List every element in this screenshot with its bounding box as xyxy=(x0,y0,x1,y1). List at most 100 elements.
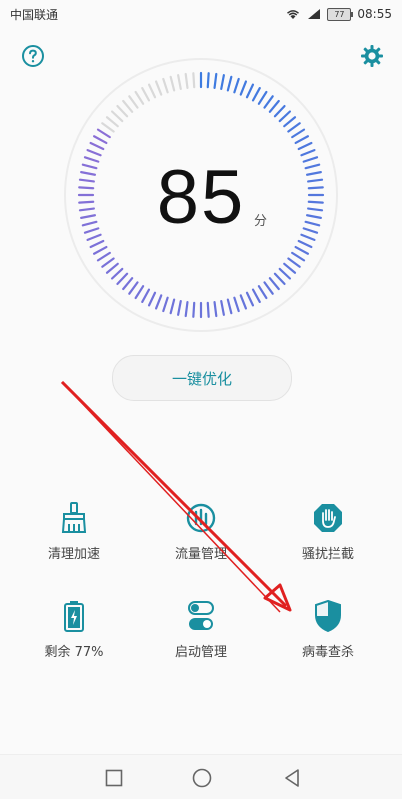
tool-harassment-block[interactable]: 骚扰拦截 xyxy=(261,500,395,570)
signal-icon xyxy=(308,9,321,19)
status-right: 77 08:55 xyxy=(285,7,392,21)
dial-tick-inactive xyxy=(110,110,124,123)
dial-tick-active xyxy=(294,245,310,255)
tool-startup-manager[interactable]: 启动管理 xyxy=(134,598,268,668)
dial-tick-active xyxy=(89,239,105,249)
tool-cleanup[interactable]: 清理加速 xyxy=(7,500,141,570)
dial-tick-active xyxy=(134,285,145,300)
dial-tick-active xyxy=(305,214,322,219)
hand-block-icon xyxy=(310,500,346,536)
optimize-button[interactable]: 一键优化 xyxy=(112,355,292,401)
dial-tick-active xyxy=(192,301,196,318)
dial-tick-inactive xyxy=(169,75,176,92)
broom-icon xyxy=(56,500,92,536)
recent-apps-icon[interactable] xyxy=(103,767,125,789)
dial-tick-inactive xyxy=(154,80,163,96)
gear-icon[interactable] xyxy=(360,44,384,68)
home-icon[interactable] xyxy=(191,767,213,789)
dial-tick-active xyxy=(283,262,297,274)
tool-data-usage[interactable]: 流量管理 xyxy=(134,500,268,570)
question-circle-icon[interactable] xyxy=(21,44,45,68)
score-dial xyxy=(64,58,338,332)
dial-tick-active xyxy=(184,301,189,318)
dial-tick-active xyxy=(307,200,324,204)
back-icon[interactable] xyxy=(281,767,303,789)
tool-virus-scan[interactable]: 病毒查杀 xyxy=(261,598,395,668)
dial-tick-active xyxy=(154,294,163,310)
dial-tick-active xyxy=(213,72,218,89)
dial-tick-active xyxy=(96,251,111,262)
dial-tick-active xyxy=(206,72,210,89)
dial-tick-active xyxy=(307,178,324,183)
dial-tick-active xyxy=(245,83,255,99)
dial-tick-active xyxy=(302,227,319,234)
dial-tick-active xyxy=(89,141,105,151)
dial-tick-active xyxy=(302,156,319,163)
dial-tick-active xyxy=(300,148,316,157)
dial-tick-active xyxy=(110,267,124,280)
dial-tick-active xyxy=(147,291,157,307)
dial-tick-inactive xyxy=(177,74,182,91)
dial-tick-active xyxy=(257,285,268,300)
shield-icon xyxy=(310,598,346,634)
dial-tick-active xyxy=(80,171,97,176)
tool-label: 剩余 77% xyxy=(44,645,104,660)
dial-tick-active xyxy=(78,178,95,183)
dial-tick-active xyxy=(80,214,97,219)
dial-tick-active xyxy=(206,301,210,318)
dial-tick-active xyxy=(278,110,292,123)
carrier-label: 中国联通 xyxy=(10,7,59,22)
dial-tick-active xyxy=(268,99,280,113)
dial-tick-inactive xyxy=(147,83,157,99)
dial-tick-active xyxy=(233,296,240,313)
dial-tick-active xyxy=(78,200,95,204)
tool-label: 流量管理 xyxy=(174,547,227,562)
dial-tick-active xyxy=(220,74,225,91)
dial-outer-ring xyxy=(64,58,338,332)
clock: 08:55 xyxy=(357,7,392,21)
dial-tick-active xyxy=(92,245,108,255)
tool-label: 启动管理 xyxy=(174,645,227,660)
battery-icon xyxy=(56,598,92,634)
dial-tick-active xyxy=(122,277,134,291)
dial-tick-active xyxy=(213,301,218,318)
dial-tick-active xyxy=(81,220,98,227)
phone-manager-screen: 中国联通 77 08:55 85 分 一键优化 清理加速 流量管理 骚扰拦截 剩… xyxy=(0,0,402,799)
dial-tick-inactive xyxy=(128,95,139,109)
dial-tick-inactive xyxy=(116,104,129,118)
dial-tick-active xyxy=(305,171,322,176)
dial-tick-active xyxy=(297,141,313,151)
dial-tick-active xyxy=(300,233,316,242)
dial-tick-active xyxy=(162,296,169,313)
dial-tick-active xyxy=(304,163,321,170)
dial-tick-active xyxy=(251,288,261,304)
dial-tick-active xyxy=(92,135,108,145)
dial-tick-active xyxy=(245,291,255,307)
dial-tick-active xyxy=(257,90,268,105)
dial-tick-active xyxy=(273,104,286,118)
dial-tick-active xyxy=(294,135,310,145)
dial-tick-active xyxy=(177,299,182,316)
dial-tick-inactive xyxy=(192,72,196,89)
dial-tick-active xyxy=(307,207,324,212)
dial-tick-active xyxy=(226,75,233,92)
dial-tick-active xyxy=(297,239,313,249)
dial-tick-active xyxy=(128,281,139,295)
dial-tick-active xyxy=(273,272,286,286)
dial-tick-active xyxy=(86,233,102,242)
tool-label: 病毒查杀 xyxy=(301,645,354,660)
system-nav-bar xyxy=(0,754,402,799)
battery-indicator: 77 xyxy=(327,7,354,21)
tool-label: 清理加速 xyxy=(47,547,100,562)
dial-tick-inactive xyxy=(122,99,134,113)
dial-tick-active xyxy=(101,257,115,268)
dial-tick-active xyxy=(78,207,95,212)
tool-label: 骚扰拦截 xyxy=(301,547,354,562)
dial-tick-active xyxy=(226,298,233,315)
dial-tick-active xyxy=(291,128,306,139)
dial-tick-active xyxy=(116,272,129,286)
dial-tick-inactive xyxy=(101,122,115,133)
tool-battery[interactable]: 剩余 77% xyxy=(7,598,141,668)
dial-tick-inactive xyxy=(162,77,169,94)
dial-tick-active xyxy=(239,294,248,310)
